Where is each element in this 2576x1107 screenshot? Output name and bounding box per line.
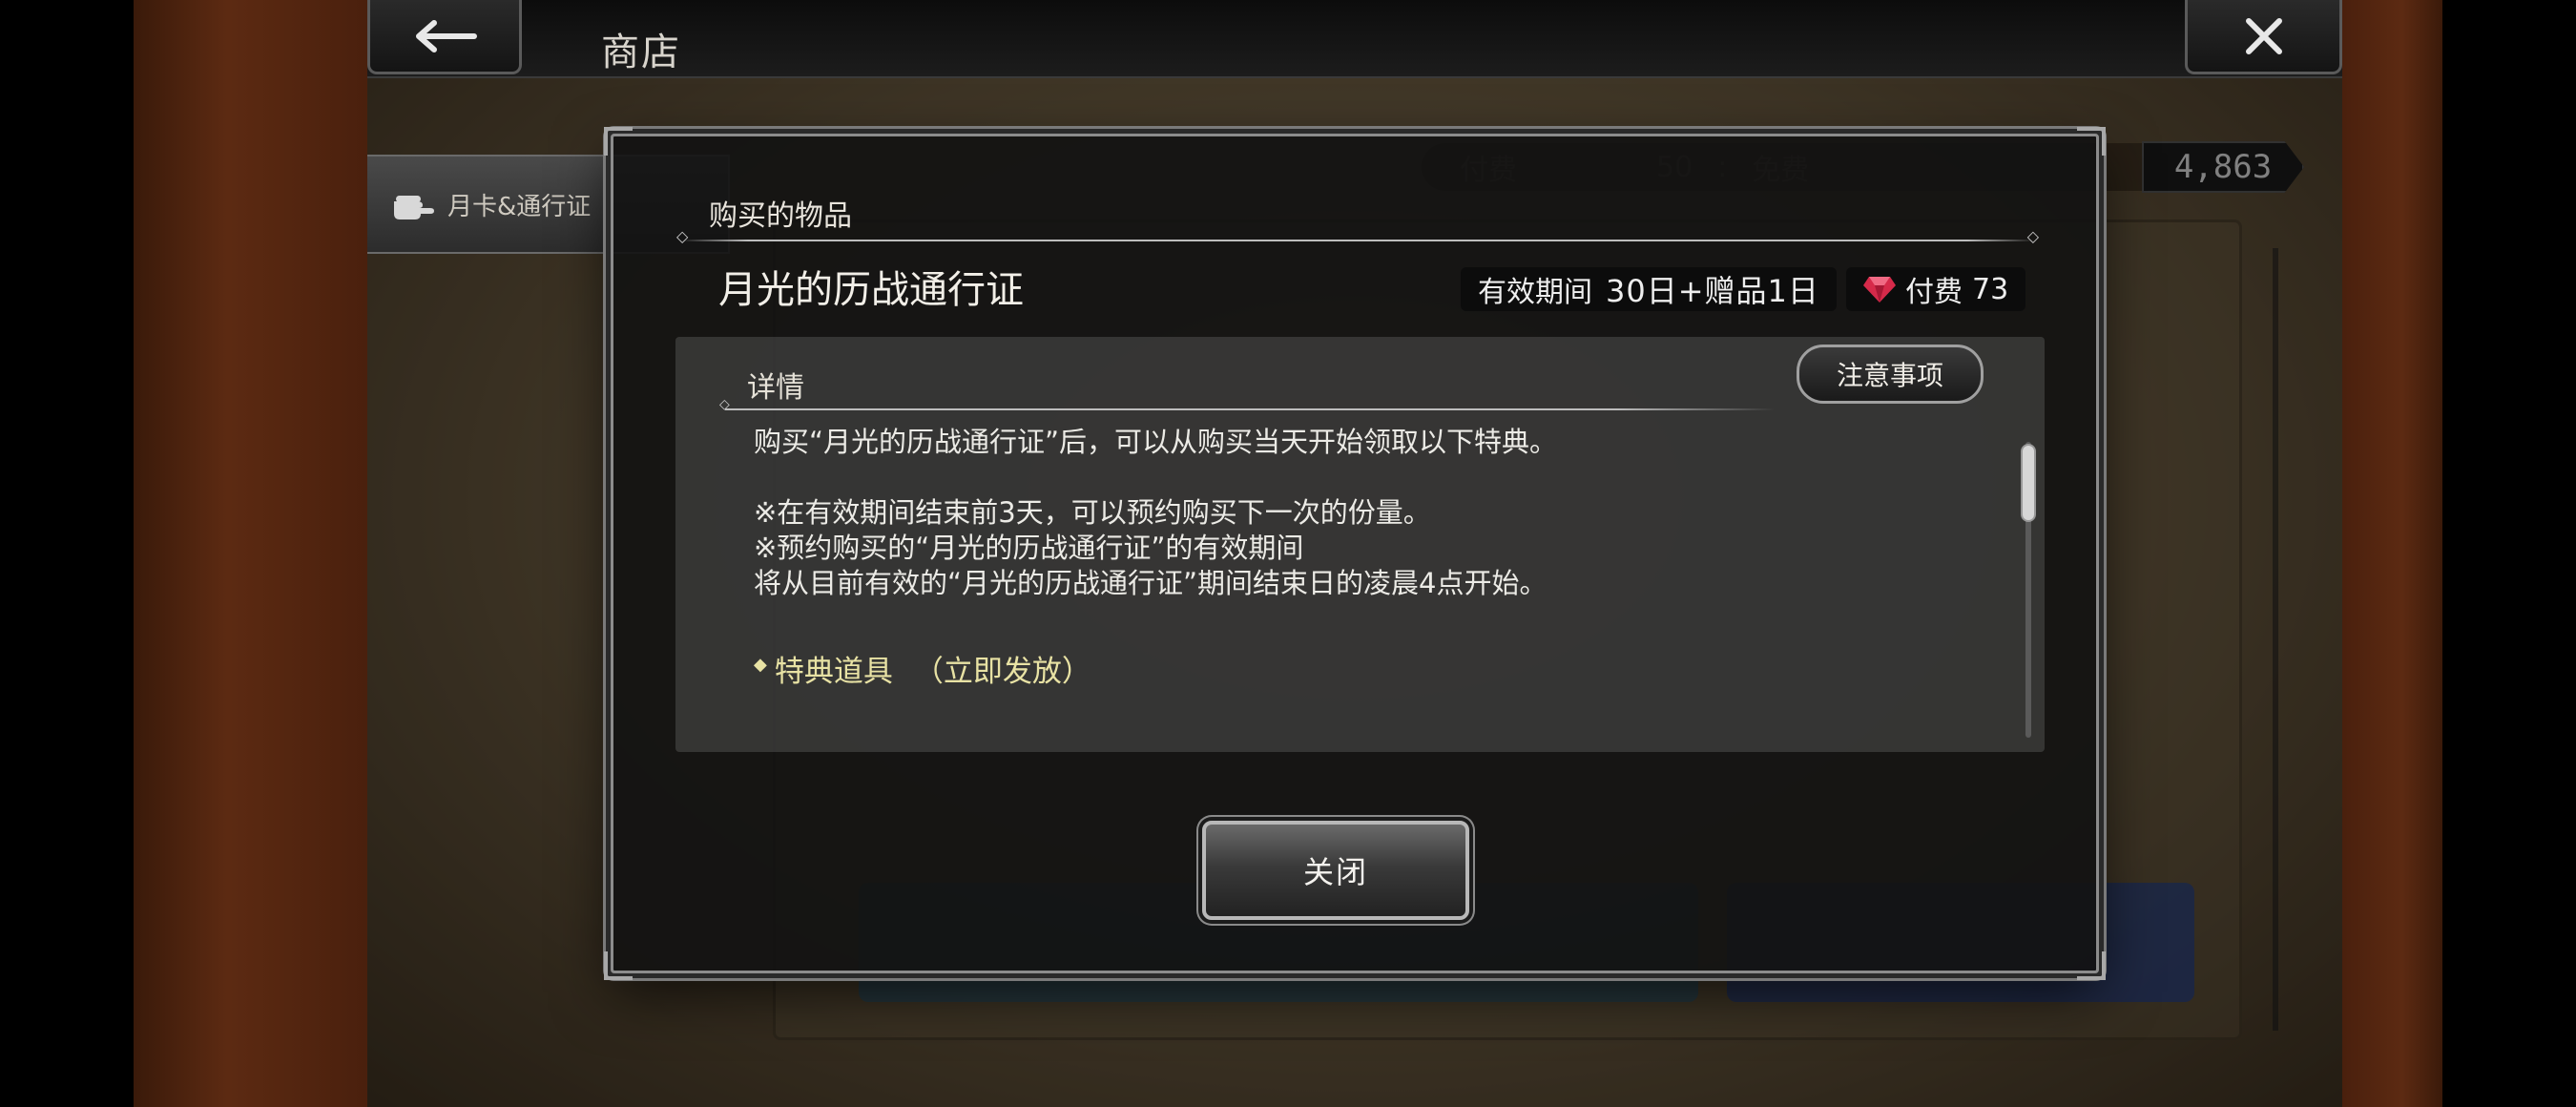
divider (676, 227, 2039, 245)
letterbox-right (2442, 0, 2576, 1107)
details-line: ※预约购买的“月光的历战通行证”的有效期间 (754, 532, 1304, 564)
wood-frame-left (134, 0, 367, 1107)
price-value: 73 (1972, 272, 2009, 306)
validity-value: 30日+赠品1日 (1606, 273, 1819, 309)
sidebar-item-label: 月卡&通行证 (447, 192, 592, 221)
close-button[interactable]: 关闭 (1202, 821, 1469, 920)
details-line: 购买“月光的历战通行证”后，可以从购买当天开始领取以下特典。 (754, 426, 1558, 458)
diamond-bullet-icon: ◆ (754, 655, 767, 675)
page-title: 商店 (601, 31, 681, 74)
frame-corner (2077, 127, 2106, 156)
frame-corner (2077, 951, 2106, 980)
gem-icon (1863, 277, 1896, 303)
details-panel: 详情 注意事项 购买“月光的历战通行证”后，可以从购买当天开始领取以下特典。 ※… (675, 337, 2045, 752)
validity-label: 有效期间 (1478, 276, 1592, 309)
price-chip: 付费 73 (1846, 267, 2026, 311)
details-text: 购买“月光的历战通行证”后，可以从购买当天开始领取以下特典。 ※在有效期间结束前… (754, 425, 1755, 601)
bonus-items-heading: ◆ 特典道具 （立即发放） (754, 647, 1091, 690)
item-name: 月光的历战通行证 (718, 268, 1024, 312)
details-line: 将从目前有效的“月光的历战通行证”期间结束日的凌晨4点开始。 (754, 567, 1548, 599)
details-divider (719, 397, 1775, 412)
notice-button[interactable]: 注意事项 (1797, 345, 1984, 404)
section-label: 购买的物品 (709, 199, 852, 233)
wood-frame-right (2342, 0, 2442, 1107)
letterbox-left (0, 0, 134, 1107)
bonus-label: 特典道具 (774, 655, 893, 689)
details-title: 详情 (747, 371, 804, 405)
validity-chip: 有效期间 30日+赠品1日 (1461, 267, 1837, 311)
close-shop-button[interactable] (2185, 0, 2342, 74)
pointing-hand-icon (394, 196, 434, 219)
details-line: ※在有效期间结束前3天，可以预约购买下一次的份量。 (754, 496, 1431, 529)
bonus-note: （立即发放） (913, 655, 1091, 689)
frame-corner (604, 127, 633, 156)
details-line-spacer (754, 460, 1755, 495)
frame-corner (604, 951, 633, 980)
price-label: 付费 (1905, 276, 1963, 309)
details-scrollbar-thumb[interactable] (2021, 444, 2036, 522)
close-icon (2245, 17, 2282, 54)
back-button[interactable] (367, 0, 522, 74)
back-arrow-icon (416, 19, 477, 52)
